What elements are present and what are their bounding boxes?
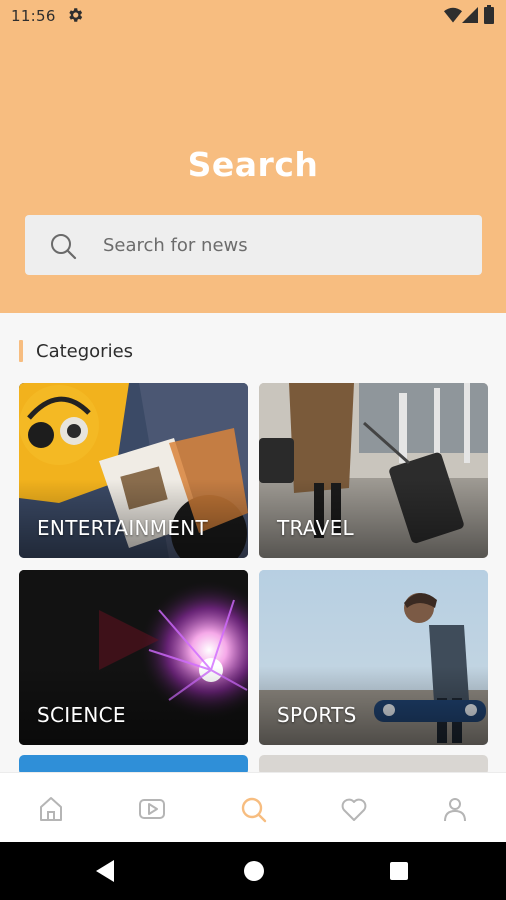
header: 11:56 Search <box>0 0 506 313</box>
search-icon[interactable] <box>238 794 268 824</box>
category-label: SPORTS <box>277 703 357 727</box>
status-bar: 11:56 <box>0 0 506 32</box>
gear-icon <box>69 8 83 22</box>
categories-title: Categories <box>36 341 134 362</box>
home-icon[interactable] <box>36 794 66 824</box>
battery-icon <box>484 5 494 24</box>
bottom-nav <box>0 772 506 842</box>
category-card-entertainment[interactable]: ENTERTAINMENT <box>19 383 248 558</box>
back-icon[interactable] <box>96 860 116 882</box>
search-input[interactable] <box>103 215 463 275</box>
search-box[interactable] <box>25 215 482 275</box>
page-title: Search <box>187 145 319 184</box>
category-label: TRAVEL <box>277 516 354 540</box>
signal-icon <box>462 7 478 23</box>
wifi-icon <box>444 7 462 23</box>
category-card-sports[interactable]: SPORTS <box>259 570 488 745</box>
category-label: SCIENCE <box>37 703 126 727</box>
video-icon[interactable] <box>137 794 167 824</box>
status-time: 11:56 <box>11 7 56 25</box>
category-card-science[interactable]: SCIENCE <box>19 570 248 745</box>
section-accent-bar <box>19 340 23 362</box>
category-label: ENTERTAINMENT <box>37 516 209 540</box>
search-icon <box>51 234 77 260</box>
recents-icon[interactable] <box>390 862 408 880</box>
category-card-travel[interactable]: TRAVEL <box>259 383 488 558</box>
home-circle-icon[interactable] <box>244 861 264 881</box>
profile-icon[interactable] <box>440 794 470 824</box>
system-nav-bar <box>0 842 506 900</box>
heart-icon[interactable] <box>339 794 369 824</box>
